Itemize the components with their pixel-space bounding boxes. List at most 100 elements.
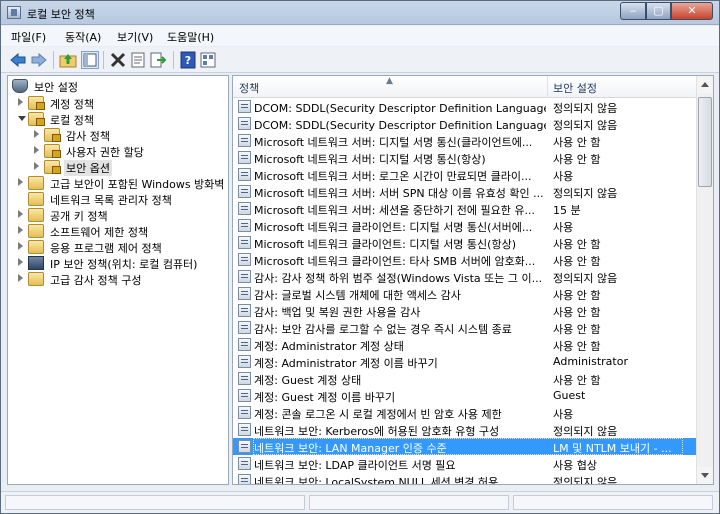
delete-icon[interactable] <box>109 51 127 69</box>
help-icon[interactable]: ? <box>179 51 197 69</box>
policy-row[interactable]: Microsoft 네트워크 클라이언트: 디지털 서명 통신(항상) 사용 안 … <box>233 234 697 251</box>
column-header-setting[interactable]: 보안 설정 <box>553 80 597 96</box>
policy-row[interactable]: Microsoft 네트워크 클라이언트: 타사 SMB 서버에 암호화... 사… <box>233 251 697 268</box>
folder-icon <box>28 224 44 238</box>
policy-setting-icon <box>238 406 251 419</box>
export-icon[interactable] <box>149 51 167 69</box>
policy-setting-icon <box>238 440 251 453</box>
menu-help[interactable]: 도움말(H) <box>167 29 214 45</box>
column-header-policy[interactable]: 정책 <box>239 80 259 96</box>
scroll-thumb[interactable] <box>698 97 712 187</box>
tree-item-label: 로컬 정책 <box>50 114 94 127</box>
policy-name: 계정: Guest 계정 상태 <box>254 374 362 387</box>
policy-row[interactable]: 네트워크 보안: LocalSystem NULL 세션 변경 허용 정의되지 않… <box>233 472 697 484</box>
policy-setting-icon <box>238 202 251 215</box>
policy-row[interactable]: 계정: Administrator 계정 상태 사용 안 함 <box>233 336 697 353</box>
menu-file[interactable]: 파일(F) <box>11 29 46 45</box>
policy-setting-icon <box>238 236 251 249</box>
policy-row[interactable]: 감사: 글로벌 시스템 개체에 대한 액세스 감사 사용 안 함 <box>233 285 697 302</box>
expand-arrow-icon[interactable] <box>18 210 23 218</box>
policy-setting-value: 정의되지 않음 <box>553 102 618 115</box>
policy-row[interactable]: Microsoft 네트워크 서버: 디지털 서명 통신(클라이언트에... 사용… <box>233 132 697 149</box>
close-button[interactable]: ✕ <box>671 2 713 20</box>
policy-row[interactable]: 네트워크 보안: LAN Manager 인증 수준 LM 및 NTLM 보내기 … <box>233 438 697 455</box>
back-arrow-icon[interactable] <box>9 51 27 69</box>
expand-arrow-icon[interactable] <box>18 98 23 106</box>
policy-name: Microsoft 네트워크 클라이언트: 타사 SMB 서버에 암호화... <box>254 255 536 268</box>
sort-ascending-icon: ▲ <box>386 76 393 86</box>
view-icon[interactable] <box>199 51 217 69</box>
expand-arrow-icon[interactable] <box>18 226 23 234</box>
policy-setting-icon <box>238 304 251 317</box>
policy-setting-icon <box>238 321 251 334</box>
expand-arrow-icon[interactable] <box>18 274 23 282</box>
policy-setting-value: 사용 안 함 <box>553 289 601 302</box>
caption-buttons: ‒ ▢ ✕ <box>620 2 713 20</box>
maximize-button[interactable]: ▢ <box>646 2 671 20</box>
policy-row[interactable]: Microsoft 네트워크 서버: 세션을 중단하기 전에 필요한 유... 1… <box>233 200 697 217</box>
tree-item-label: 사용자 권한 할당 <box>66 146 144 159</box>
computer-icon <box>28 256 44 270</box>
policy-setting-value: 사용 안 함 <box>553 153 601 166</box>
policy-row[interactable]: 감사: 보안 감사를 로그할 수 없는 경우 즉시 시스템 종료 사용 안 함 <box>233 319 697 336</box>
expand-arrow-icon[interactable] <box>18 178 23 186</box>
expand-arrow-icon[interactable] <box>34 162 39 170</box>
expand-arrow-icon[interactable] <box>18 258 23 266</box>
policy-name: 계정: Administrator 계정 이름 바꾸기 <box>254 357 438 370</box>
up-folder-icon[interactable] <box>59 51 77 69</box>
policy-name: Microsoft 네트워크 서버: 세션을 중단하기 전에 필요한 유... <box>254 204 536 217</box>
policy-setting-icon <box>238 219 251 232</box>
svg-text:?: ? <box>185 54 191 67</box>
expand-arrow-icon[interactable] <box>34 130 39 138</box>
policy-row[interactable]: 계정: Guest 계정 이름 바꾸기 Guest <box>233 387 697 404</box>
tree-item-label: 감사 정책 <box>66 130 110 143</box>
expand-arrow-icon[interactable] <box>18 242 23 250</box>
policy-setting-icon <box>238 185 251 198</box>
policy-setting-value: 사용 안 함 <box>553 340 601 353</box>
policy-row[interactable]: 네트워크 보안: Kerberos에 허용된 암호화 유형 구성 정의되지 않음 <box>233 421 697 438</box>
policy-row[interactable]: Microsoft 네트워크 클라이언트: 디지털 서명 통신(서버에... 사용 <box>233 217 697 234</box>
scroll-up-arrow-icon[interactable] <box>697 76 713 93</box>
policy-name: 네트워크 보안: Kerberos에 허용된 암호화 유형 구성 <box>254 425 500 438</box>
expand-arrow-icon[interactable] <box>34 146 39 154</box>
policy-setting-icon <box>238 270 251 283</box>
properties-icon[interactable] <box>129 51 147 69</box>
policy-row[interactable]: Microsoft 네트워크 서버: 로그온 시간이 만료되면 클라이... 사용 <box>233 166 697 183</box>
policy-setting-icon <box>238 168 251 181</box>
column-divider[interactable] <box>547 76 548 98</box>
policy-row[interactable]: 감사: 감사 정책 하위 범주 설정(Windows Vista 또는 그 이.… <box>233 268 697 285</box>
policy-row[interactable]: Microsoft 네트워크 서버: 서버 SPN 대상 이름 유효성 확인 .… <box>233 183 697 200</box>
menu-action[interactable]: 동작(A) <box>65 29 101 45</box>
policy-row[interactable]: 감사: 백업 및 복원 권한 사용을 감사 사용 안 함 <box>233 302 697 319</box>
shield-icon <box>12 79 28 93</box>
policy-setting-icon <box>238 117 251 130</box>
policy-row[interactable]: 계정: 콘솔 로그온 시 로컬 계정에서 빈 암호 사용 제한 사용 <box>233 404 697 421</box>
policy-name: 감사: 감사 정책 하위 범주 설정(Windows Vista 또는 그 이.… <box>254 272 543 285</box>
policy-setting-icon <box>238 100 251 113</box>
minimize-button[interactable]: ‒ <box>620 2 646 20</box>
policy-row[interactable]: Microsoft 네트워크 서버: 디지털 서명 통신(항상) 사용 안 함 <box>233 149 697 166</box>
policy-name: Microsoft 네트워크 서버: 디지털 서명 통신(클라이언트에... <box>254 136 533 149</box>
collapse-arrow-icon[interactable] <box>18 116 26 121</box>
menu-view[interactable]: 보기(V) <box>117 29 153 45</box>
policy-list-pane[interactable]: ▲ 정책 보안 설정 DCOM: SDDL(Security Descripto… <box>232 75 714 485</box>
title-bar[interactable]: 로컬 보안 정책 ‒ ▢ ✕ <box>1 1 719 25</box>
folder-icon <box>44 160 61 174</box>
policy-name: 네트워크 보안: LAN Manager 인증 수준 <box>254 442 447 455</box>
vertical-scrollbar[interactable] <box>696 76 713 484</box>
policy-row[interactable]: 네트워크 보안: LDAP 클라이언트 서명 필요 사용 협상 <box>233 455 697 472</box>
policy-setting-icon <box>238 287 251 300</box>
policy-name: DCOM: SDDL(Security Descriptor Definitio… <box>254 102 546 115</box>
forward-arrow-icon[interactable] <box>30 51 48 69</box>
show-tree-icon[interactable] <box>81 51 99 69</box>
policy-row[interactable]: DCOM: SDDL(Security Descriptor Definitio… <box>233 98 697 115</box>
policy-row[interactable]: 계정: Administrator 계정 이름 바꾸기 Administrator <box>233 353 697 370</box>
tree-pane[interactable]: 보안 설정 계정 정책 로컬 정책 감사 정책 사용자 권한 할당 보안 옵션 <box>7 75 229 485</box>
policy-row[interactable]: 계정: Guest 계정 상태 사용 안 함 <box>233 370 697 387</box>
policy-setting-value: 정의되지 않음 <box>553 119 618 132</box>
policy-row[interactable]: DCOM: SDDL(Security Descriptor Definitio… <box>233 115 697 132</box>
tree-item-label: 보안 설정 <box>34 81 78 94</box>
status-segment <box>513 495 713 510</box>
scroll-down-arrow-icon[interactable] <box>697 467 713 484</box>
policy-name: 계정: Administrator 계정 상태 <box>254 340 404 353</box>
